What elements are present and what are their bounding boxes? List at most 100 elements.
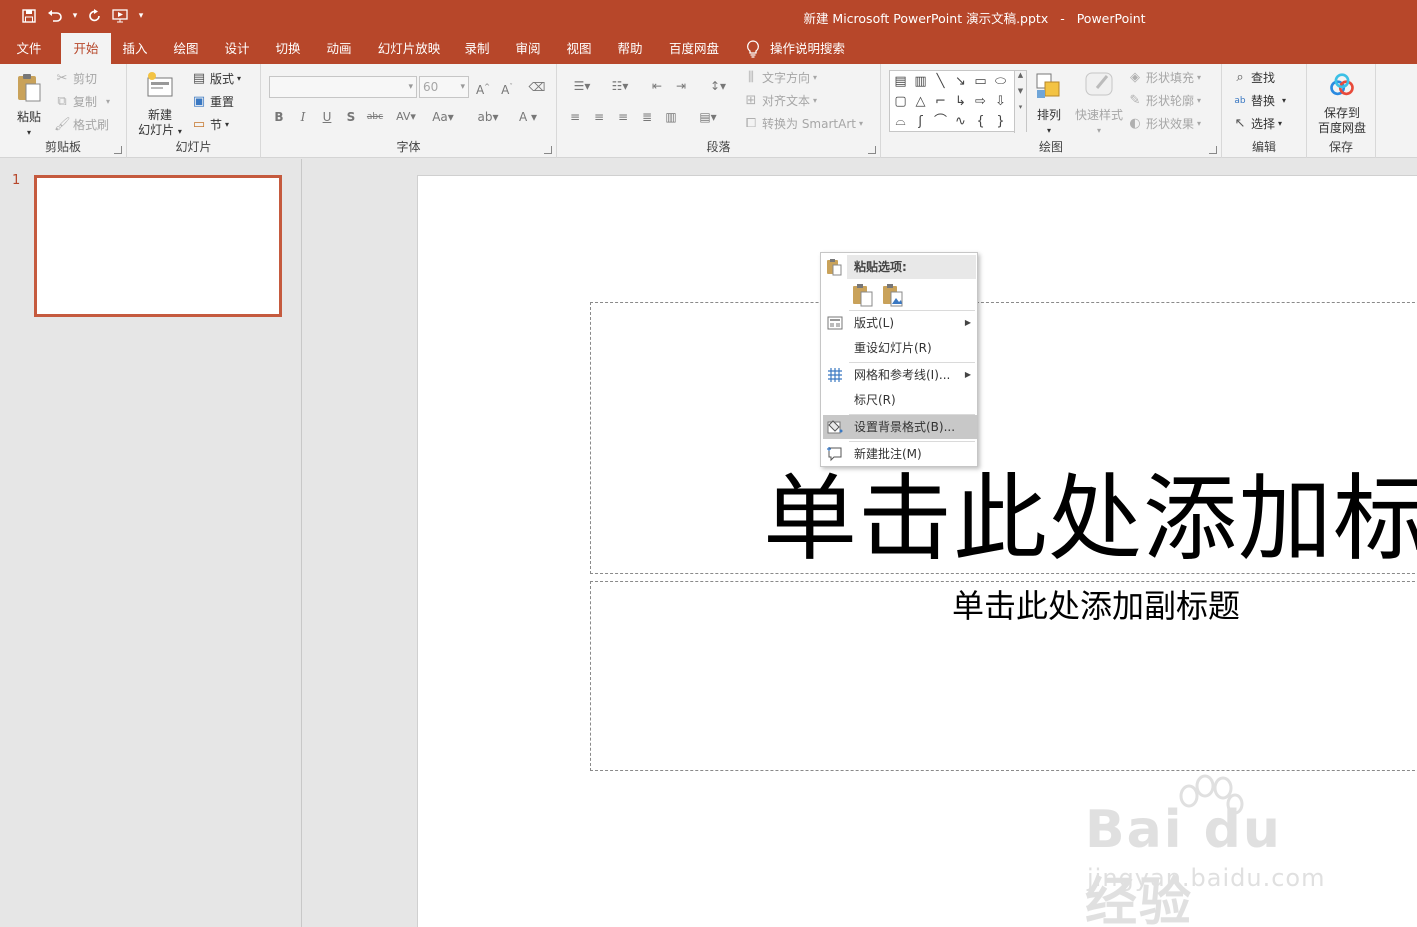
align-left-icon[interactable]: ≡ bbox=[565, 107, 585, 127]
tab-design[interactable]: 设计 bbox=[216, 33, 258, 64]
character-spacing-icon[interactable]: AV▾ bbox=[391, 107, 421, 127]
textbox-shape-icon[interactable]: ▤ bbox=[891, 72, 910, 91]
save-group: 保存到 百度网盘 保存 bbox=[1307, 64, 1376, 158]
numbering-icon[interactable]: ☷▾ bbox=[603, 76, 637, 96]
right-arrow-shape-icon[interactable]: ⇨ bbox=[971, 92, 990, 111]
drawing-launcher-icon[interactable] bbox=[1209, 146, 1217, 154]
paste-button[interactable]: 粘贴 ▾ bbox=[8, 72, 50, 140]
line-spacing-icon[interactable]: ↕▾ bbox=[703, 76, 733, 96]
tab-review[interactable]: 审阅 bbox=[507, 33, 549, 64]
layout-icon: ▤ bbox=[192, 71, 206, 86]
menu-item-grid-and-guides[interactable]: 网格和参考线(I)... ▶ bbox=[823, 363, 977, 387]
subtitle-placeholder[interactable]: 单击此处添加副标题 bbox=[590, 581, 1417, 771]
scribble-shape-icon[interactable]: ʃ bbox=[911, 112, 930, 131]
tab-home[interactable]: 开始 bbox=[61, 33, 111, 64]
save-to-baidu-button[interactable]: 保存到 百度网盘 bbox=[1311, 72, 1373, 136]
rounded-rect-shape-icon[interactable]: ▢ bbox=[891, 92, 910, 111]
tab-baidu-netdisk[interactable]: 百度网盘 bbox=[662, 33, 726, 64]
font-name-combo[interactable] bbox=[269, 76, 417, 98]
clear-formatting-icon[interactable]: ⌫ bbox=[527, 77, 547, 97]
slide-thumbnail[interactable] bbox=[34, 175, 282, 317]
arrow-line-shape-icon[interactable]: ↘ bbox=[951, 72, 970, 91]
triangle-shape-icon[interactable]: △ bbox=[911, 92, 930, 111]
line-shape-icon[interactable]: ╲ bbox=[931, 72, 950, 91]
columns-icon[interactable]: ▤▾ bbox=[693, 107, 723, 127]
tell-me-search[interactable]: 操作说明搜索 bbox=[746, 33, 845, 64]
shape-fill-button[interactable]: ◈ 形状填充 ▾ bbox=[1127, 68, 1201, 88]
font-size-combo[interactable]: 60 bbox=[419, 76, 469, 98]
menu-item-new-comment[interactable]: 新建批注(M) bbox=[823, 442, 977, 466]
shapes-gallery-scrollbar[interactable]: ▲ ▼ ▾ bbox=[1014, 71, 1026, 133]
menu-item-format-background[interactable]: 设置背景格式(B)... bbox=[823, 415, 977, 439]
highlight-icon[interactable]: ab▾ bbox=[473, 107, 503, 127]
increase-font-size-icon[interactable]: A^ bbox=[473, 77, 493, 97]
decrease-font-size-icon[interactable]: Aˇ bbox=[497, 77, 517, 97]
tab-view[interactable]: 视图 bbox=[558, 33, 600, 64]
menu-item-layout[interactable]: 版式(L) ▶ bbox=[823, 311, 977, 335]
shape-effects-button[interactable]: ◐ 形状效果 ▾ bbox=[1127, 114, 1201, 134]
shapes-gallery[interactable]: ▤ ▥ ╲ ↘ ▭ ⬭ ▢ △ ⌐ ↳ ⇨ ⇩ ⌓ ʃ ⌒ ∿ { } ▲ ▼ ▾ bbox=[889, 70, 1027, 133]
tab-draw[interactable]: 绘图 bbox=[165, 33, 207, 64]
italic-icon[interactable]: I bbox=[293, 107, 313, 127]
paste-as-picture-icon[interactable] bbox=[881, 283, 905, 307]
title-placeholder[interactable]: 单击此处添加标题 bbox=[590, 302, 1417, 574]
justify-icon[interactable]: ≣ bbox=[637, 107, 657, 127]
align-text-button[interactable]: ⊞ 对齐文本 ▾ bbox=[743, 91, 817, 111]
brush-icon: 🖌 bbox=[54, 117, 71, 132]
distributed-icon[interactable]: ▥ bbox=[661, 107, 681, 127]
tab-slideshow[interactable]: 幻灯片放映 bbox=[372, 33, 446, 64]
tab-insert[interactable]: 插入 bbox=[114, 33, 156, 64]
section-button[interactable]: ▭ 节 ▾ bbox=[191, 115, 229, 135]
rectangle-shape-icon[interactable]: ▭ bbox=[971, 72, 990, 91]
oval-shape-icon[interactable]: ⬭ bbox=[991, 72, 1010, 91]
copy-button[interactable]: ⧉ 复制 ▾ bbox=[54, 92, 110, 112]
menu-item-ruler[interactable]: 标尺(R) bbox=[823, 388, 977, 412]
left-brace-shape-icon[interactable]: { bbox=[971, 112, 990, 131]
tab-file[interactable]: 文件 bbox=[6, 33, 52, 64]
tab-record[interactable]: 录制 bbox=[456, 33, 498, 64]
text-direction-button[interactable]: ⫼ 文字方向 ▾ bbox=[743, 68, 817, 88]
find-button[interactable]: ⌕ 查找 bbox=[1232, 68, 1275, 88]
paragraph-launcher-icon[interactable] bbox=[868, 146, 876, 154]
down-arrow-shape-icon[interactable]: ⇩ bbox=[991, 92, 1010, 111]
font-launcher-icon[interactable] bbox=[544, 146, 552, 154]
tab-transitions[interactable]: 切换 bbox=[267, 33, 309, 64]
increase-indent-icon[interactable]: ⇥ bbox=[671, 76, 691, 96]
elbow-connector-shape-icon[interactable]: ⌐ bbox=[931, 92, 950, 111]
shape-outline-button[interactable]: ✎ 形状轮廓 ▾ bbox=[1127, 91, 1201, 111]
vertical-textbox-shape-icon[interactable]: ▥ bbox=[911, 72, 930, 91]
convert-smartart-button[interactable]: ⧠ 转换为 SmartArt ▾ bbox=[743, 114, 863, 134]
quick-styles-button[interactable]: 快速样式 ▾ bbox=[1071, 70, 1127, 138]
font-color-icon[interactable]: A ▾ bbox=[513, 107, 543, 127]
tab-animations[interactable]: 动画 bbox=[318, 33, 360, 64]
scissors-icon: ✂ bbox=[56, 71, 68, 86]
new-slide-button[interactable]: 新建 幻灯片 ▾ bbox=[135, 70, 185, 139]
replace-button[interactable]: ab 替换 ▾ bbox=[1232, 91, 1286, 111]
bold-icon[interactable]: B bbox=[269, 107, 289, 127]
select-button[interactable]: ↖ 选择 ▾ bbox=[1232, 114, 1282, 134]
format-painter-button[interactable]: 🖌 格式刷 bbox=[54, 115, 109, 135]
text-shadow-icon[interactable]: S bbox=[341, 107, 361, 127]
underline-icon[interactable]: U bbox=[317, 107, 337, 127]
strikethrough-icon[interactable]: abc bbox=[365, 107, 385, 127]
arrange-button[interactable]: 排列 ▾ bbox=[1031, 70, 1067, 138]
decrease-indent-icon[interactable]: ⇤ bbox=[647, 76, 667, 96]
elbow-arrow-shape-icon[interactable]: ↳ bbox=[951, 92, 970, 111]
right-brace-shape-icon[interactable]: } bbox=[991, 112, 1010, 131]
bullets-icon[interactable]: ☰▾ bbox=[565, 76, 599, 96]
menu-item-reset-slide[interactable]: 重设幻灯片(R) bbox=[823, 336, 977, 360]
curve-shape-icon[interactable]: ∿ bbox=[951, 112, 970, 131]
tab-help[interactable]: 帮助 bbox=[609, 33, 651, 64]
freeform-shape-icon[interactable]: ⌓ bbox=[891, 112, 910, 131]
paste-use-destination-icon[interactable] bbox=[851, 283, 875, 307]
cut-button[interactable]: ✂ 剪切 bbox=[54, 69, 97, 89]
clipboard-launcher-icon[interactable] bbox=[114, 146, 122, 154]
change-case-icon[interactable]: Aa▾ bbox=[427, 107, 459, 127]
reset-button[interactable]: ▣ 重置 bbox=[191, 92, 234, 112]
align-center-icon[interactable]: ≡ bbox=[589, 107, 609, 127]
layout-button[interactable]: ▤ 版式 ▾ bbox=[191, 69, 241, 89]
submenu-arrow-icon: ▶ bbox=[964, 318, 971, 327]
arc-shape-icon[interactable]: ⌒ bbox=[931, 112, 950, 131]
document-title: 新建 Microsoft PowerPoint 演示文稿.pptx bbox=[803, 11, 1049, 26]
align-right-icon[interactable]: ≡ bbox=[613, 107, 633, 127]
